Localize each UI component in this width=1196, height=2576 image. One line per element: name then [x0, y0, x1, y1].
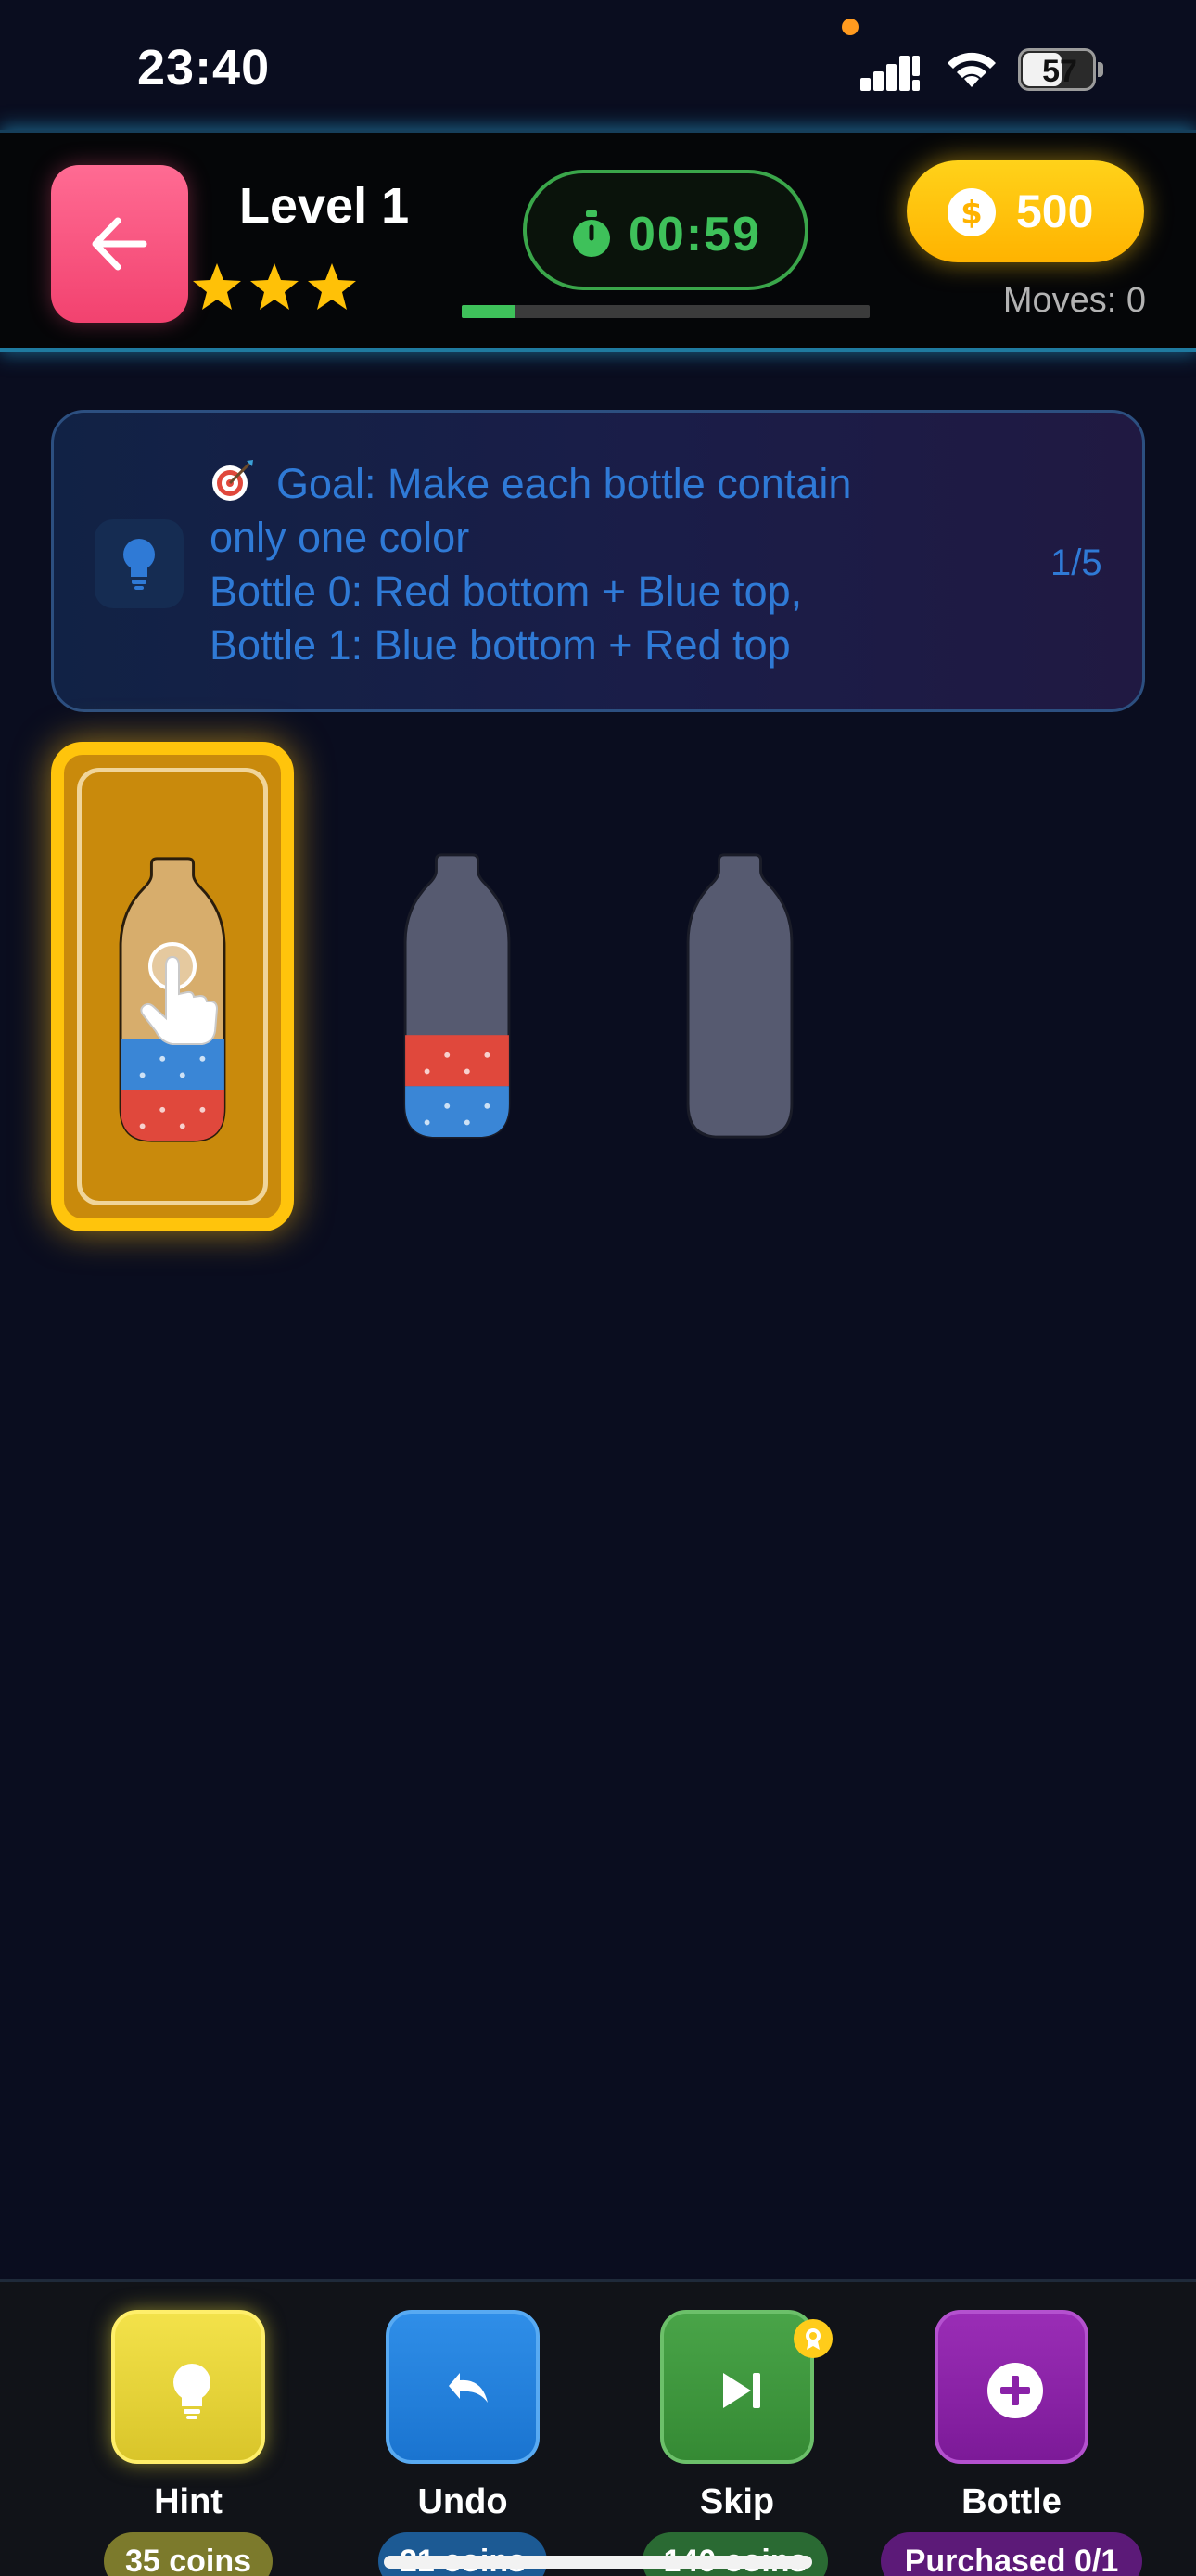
stopwatch-icon [573, 210, 610, 257]
back-arrow-icon [92, 217, 147, 271]
bottom-toolbar: Hint 35 coins Undo 21 coins Sk [0, 2279, 1196, 2576]
hint-tool: Hint 35 coins [93, 2310, 278, 2576]
timer-pill: 00:59 [523, 170, 808, 290]
add-bottle-button[interactable] [935, 2310, 1088, 2464]
hint-label: Hint [154, 2482, 223, 2521]
game-header: Level 1 00:59 $ 500 Moves: 0 [0, 130, 1196, 352]
star-icon [250, 263, 299, 310]
plus-circle-icon [987, 2363, 1043, 2418]
moves-counter: Moves: 0 [1002, 281, 1146, 320]
goal-line-text: Goal: Make each bottle contain [276, 460, 852, 507]
level-title: Level 1 [239, 178, 410, 234]
coin-balance: $ 500 [907, 160, 1144, 262]
ad-badge [794, 2319, 833, 2358]
coin-count: 500 [1016, 185, 1094, 237]
goal-text: Goal: Make each bottle contain only one … [210, 457, 1044, 672]
signal-icon [860, 56, 920, 91]
star-rating [190, 261, 359, 316]
liquid-layer-blue [405, 1086, 509, 1138]
status-time: 23:40 [137, 40, 271, 96]
goal-line: Bottle 1: Blue bottom + Red top [210, 621, 791, 669]
star-icon [308, 263, 356, 310]
goal-line: Bottle 0: Red bottom + Blue top, [210, 567, 803, 615]
undo-button[interactable] [386, 2310, 540, 2464]
back-button[interactable] [51, 165, 188, 323]
goal-line: only one color [210, 514, 470, 561]
undo-tool: Undo 21 coins [367, 2310, 553, 2576]
skip-tool: Skip 140 coins [642, 2310, 833, 2576]
bottle-2[interactable] [681, 848, 798, 1144]
goal-line: Goal: Make each bottle contain [210, 457, 1044, 511]
timer-progress-bar [462, 305, 870, 318]
goal-banner: Goal: Make each bottle contain only one … [51, 410, 1145, 712]
wifi-icon [948, 52, 996, 87]
dollar-icon: $ [948, 188, 996, 236]
goal-step-counter: 1/5 [1050, 542, 1102, 583]
bottle-purchase-badge: Purchased 0/1 [881, 2532, 1142, 2576]
liquid-layer-red [121, 1090, 224, 1141]
skip-label: Skip [699, 2482, 775, 2521]
skip-cost-badge: 140 coins [643, 2532, 828, 2576]
star-icon [193, 263, 241, 310]
undo-icon [449, 2373, 488, 2403]
medal-icon [806, 2328, 821, 2350]
skip-icon [723, 2373, 760, 2408]
skip-button[interactable] [660, 2310, 833, 2464]
battery-icon: 57 [1018, 48, 1103, 91]
lightbulb-icon [123, 539, 155, 590]
hint-button[interactable] [111, 2310, 265, 2464]
target-icon [212, 460, 253, 501]
liquid-layer-red [405, 1035, 509, 1087]
tap-hand-icon [140, 942, 219, 1045]
goal-hint-box [95, 519, 184, 608]
timer-progress-fill [462, 305, 515, 318]
hint-cost-badge: 35 coins [104, 2532, 273, 2576]
lightbulb-icon [173, 2364, 210, 2419]
bottle-label: Bottle [961, 2482, 1062, 2521]
privacy-indicator-dot [842, 19, 859, 35]
home-indicator [384, 2556, 812, 2569]
status-bar: 23:40 57 [0, 0, 1196, 139]
undo-cost-badge: 21 coins [378, 2532, 547, 2576]
bottle-tool: Bottle Purchased 0/1 [881, 2310, 1142, 2576]
bottle-1[interactable] [399, 848, 515, 1144]
undo-label: Undo [417, 2482, 508, 2521]
timer-text: 00:59 [629, 208, 761, 261]
battery-level: 57 [1042, 54, 1077, 89]
svg-text:$: $ [961, 195, 983, 232]
